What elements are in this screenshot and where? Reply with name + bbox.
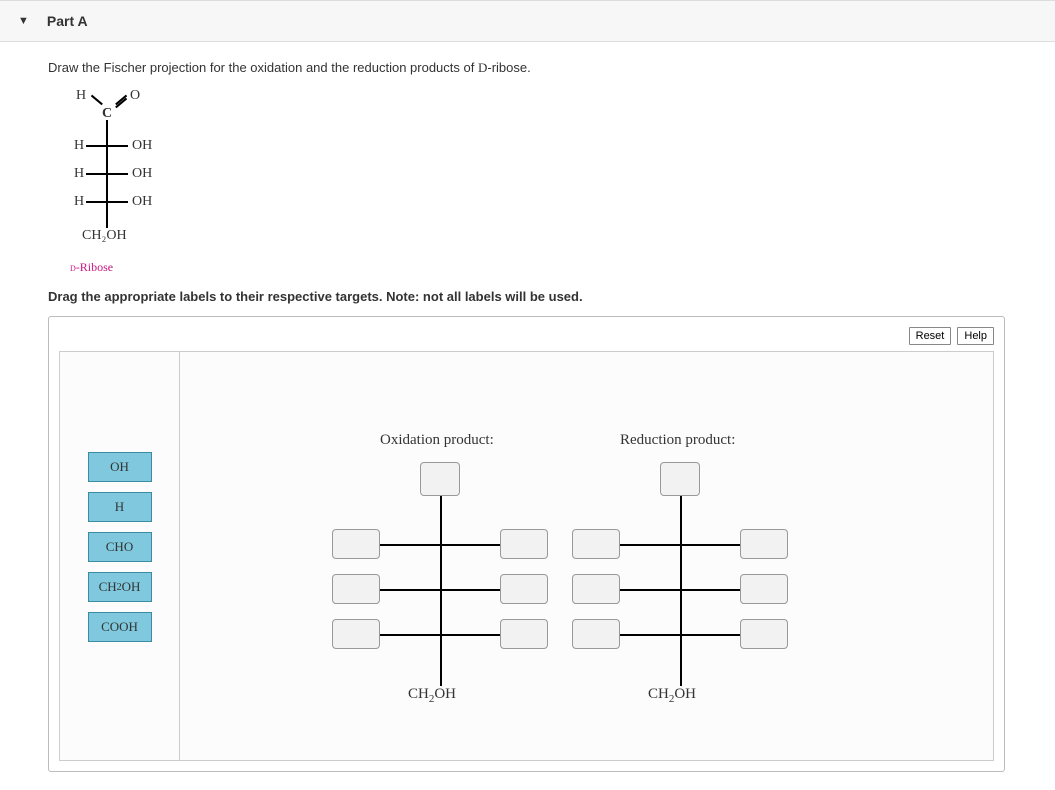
drop-target[interactable] (500, 574, 548, 604)
fischer-top-o: O (130, 88, 140, 104)
collapse-icon: ▼ (18, 15, 29, 27)
fischer-row-h: H (74, 194, 84, 210)
drop-target[interactable] (660, 462, 700, 496)
reduction-title: Reduction product: (620, 432, 735, 449)
fischer-row-h: H (74, 166, 84, 182)
reduction-bottom-label: CH2OH (648, 686, 696, 705)
drop-target[interactable] (500, 619, 548, 649)
oxidation-bottom-label: CH2OH (408, 686, 456, 705)
label-bin: OH H CHO CH2OH COOH (60, 352, 180, 760)
fischer-row-oh: OH (132, 194, 152, 210)
fischer-structure: H O C H OH H OH H OH CH₂OH (58, 88, 188, 258)
fischer-top-h: H (76, 88, 86, 104)
drop-target[interactable] (740, 619, 788, 649)
drop-target[interactable] (572, 574, 620, 604)
drop-canvas: Oxidation product: CH2OH Reduction produ… (180, 352, 993, 760)
drop-target[interactable] (572, 619, 620, 649)
instruction-text: Drag the appropriate labels to their res… (48, 289, 1025, 304)
help-button[interactable]: Help (957, 327, 994, 345)
drag-label-h[interactable]: H (88, 492, 152, 522)
part-title: Part A (47, 13, 88, 29)
drop-target[interactable] (740, 574, 788, 604)
drag-label-cho[interactable]: CHO (88, 532, 152, 562)
drop-target[interactable] (740, 529, 788, 559)
fischer-row-h: H (74, 138, 84, 154)
drag-label-oh[interactable]: OH (88, 452, 152, 482)
drag-label-cooh[interactable]: COOH (88, 612, 152, 642)
drop-target[interactable] (332, 529, 380, 559)
work-area: Reset Help OH H CHO CH2OH COOH Oxidation… (48, 316, 1005, 772)
part-header[interactable]: ▼ Part A (0, 0, 1055, 42)
fischer-bottom: CH₂OH (82, 228, 127, 244)
fischer-row-oh: OH (132, 166, 152, 182)
drop-target[interactable] (332, 574, 380, 604)
compound-label: D-Ribose (70, 260, 1025, 275)
oxidation-title: Oxidation product: (380, 432, 494, 449)
drop-target[interactable] (332, 619, 380, 649)
drop-target[interactable] (420, 462, 460, 496)
fischer-row-oh: OH (132, 138, 152, 154)
prompt-text: Draw the Fischer projection for the oxid… (48, 60, 1025, 76)
drop-target[interactable] (500, 529, 548, 559)
drop-target[interactable] (572, 529, 620, 559)
drag-label-ch2oh[interactable]: CH2OH (88, 572, 152, 602)
reset-button[interactable]: Reset (909, 327, 952, 345)
